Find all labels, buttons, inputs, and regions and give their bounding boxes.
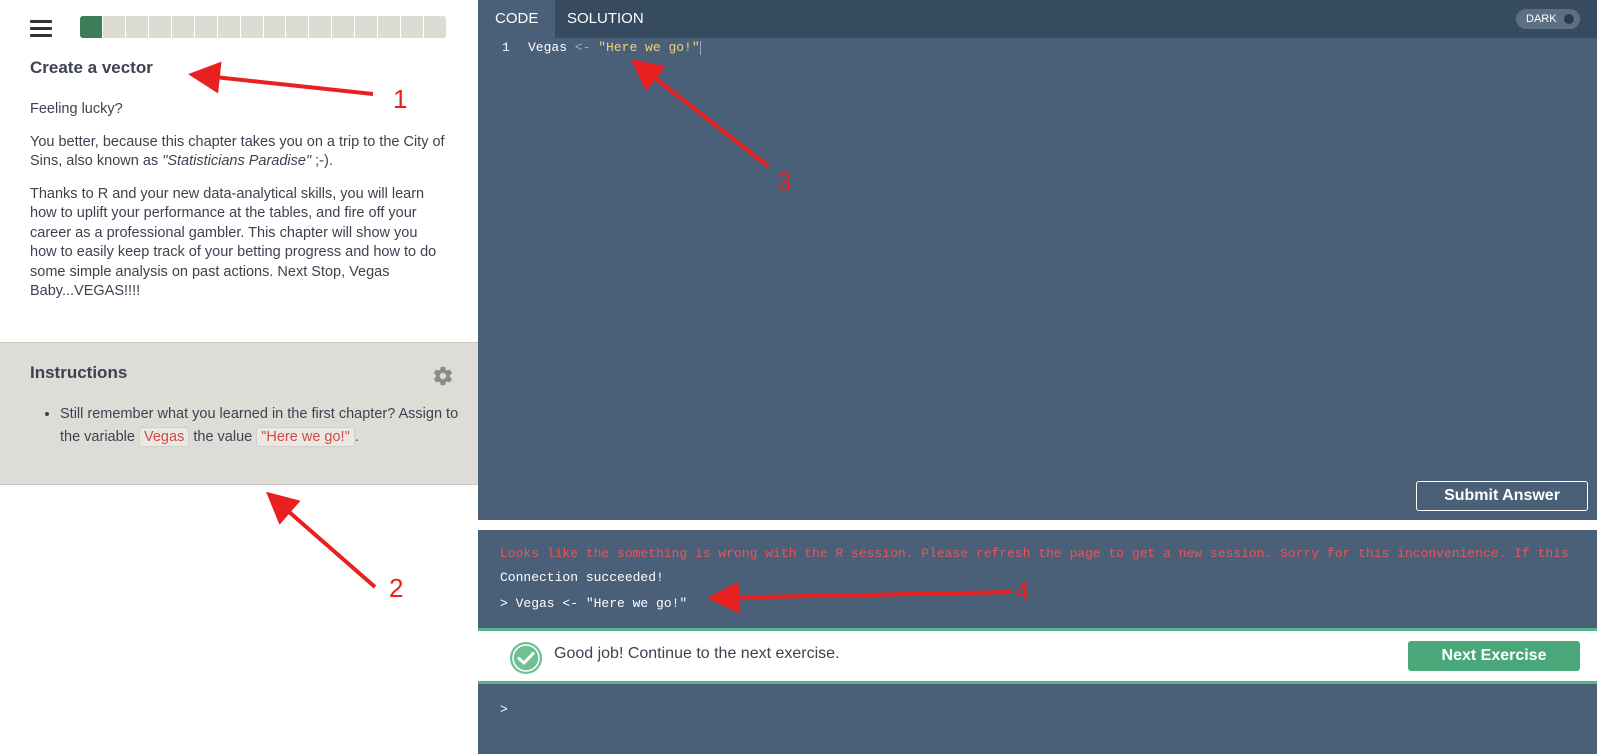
description-paragraph: Feeling lucky? <box>30 101 123 117</box>
gear-icon[interactable] <box>432 365 454 387</box>
code-string: "Here we go!" <box>598 40 700 55</box>
instruction-text: the value <box>189 429 257 445</box>
progress-segment <box>263 16 287 38</box>
console-status-message: Connection succeeded! <box>500 570 664 585</box>
progress-segment <box>378 16 402 38</box>
hamburger-menu-icon[interactable] <box>30 20 52 38</box>
course-progress-bar <box>80 16 446 38</box>
editor-tabs: CODE SOLUTION DARK <box>478 0 1597 38</box>
console-error-message: Looks like the something is wrong with t… <box>500 546 1569 561</box>
progress-segment <box>286 16 310 38</box>
exercise-panel: Create a vector Feeling lucky? You bette… <box>0 0 478 754</box>
r-console-output: Looks like the something is wrong with t… <box>478 530 1597 630</box>
line-number: 1 <box>502 40 510 55</box>
progress-segment <box>217 16 241 38</box>
progress-segment <box>171 16 195 38</box>
description-paragraph: Thanks to R and your new data-analytical… <box>30 185 437 300</box>
progress-segment <box>125 16 149 38</box>
next-exercise-button[interactable]: Next Exercise <box>1408 641 1580 671</box>
progress-segment <box>240 16 264 38</box>
code-identifier: Vegas <box>528 40 568 55</box>
instruction-item: Still remember what you learned in the f… <box>60 403 480 449</box>
instructions-list: Still remember what you learned in the f… <box>30 403 480 449</box>
tab-solution[interactable]: SOLUTION <box>550 0 661 38</box>
feedback-message: Good job! Continue to the next exercise. <box>554 645 840 662</box>
code-operator: <- <box>567 40 599 55</box>
text-cursor <box>699 40 701 55</box>
exercise-description: Feeling lucky? You better, because this … <box>30 100 448 315</box>
description-text: ;-). <box>311 153 333 169</box>
toggle-knob <box>1564 14 1574 24</box>
console-prompt: > <box>500 702 508 717</box>
instructions-title: Instructions <box>30 363 128 382</box>
progress-segment <box>80 16 103 38</box>
value-code: "Here we go!" <box>256 427 355 447</box>
progress-segment <box>401 16 425 38</box>
exercise-title: Create a vector <box>30 58 153 77</box>
progress-segment <box>102 16 126 38</box>
tab-code[interactable]: CODE <box>478 0 556 38</box>
description-emphasis: "Statisticians Paradise" <box>162 153 312 169</box>
panel-divider <box>478 520 1597 530</box>
progress-segment <box>332 16 356 38</box>
progress-segment <box>148 16 172 38</box>
code-editor-panel: CODE SOLUTION DARK 1 Vegas <- "Here we g… <box>478 0 1597 520</box>
dark-mode-toggle[interactable]: DARK <box>1516 9 1580 29</box>
code-input-area[interactable]: 1 Vegas <- "Here we go!" <box>478 38 1597 478</box>
code-line[interactable]: Vegas <- "Here we go!" <box>528 40 701 55</box>
submit-answer-button[interactable]: Submit Answer <box>1416 481 1588 511</box>
progress-segment <box>355 16 379 38</box>
success-check-icon <box>510 642 542 674</box>
description-paragraph: You better, because this chapter takes y… <box>30 133 448 172</box>
r-console-input[interactable]: > <box>478 684 1597 754</box>
dark-mode-label: DARK <box>1526 13 1557 25</box>
variable-name-code: Vegas <box>139 427 190 447</box>
progress-segment <box>194 16 218 38</box>
feedback-banner: Good job! Continue to the next exercise.… <box>478 628 1597 684</box>
instructions-section: Instructions Still remember what you lea… <box>0 342 478 485</box>
progress-segment <box>309 16 333 38</box>
instruction-text: . <box>354 429 359 445</box>
console-command-echo: > Vegas <- "Here we go!" <box>500 596 688 611</box>
progress-segment <box>424 16 446 38</box>
